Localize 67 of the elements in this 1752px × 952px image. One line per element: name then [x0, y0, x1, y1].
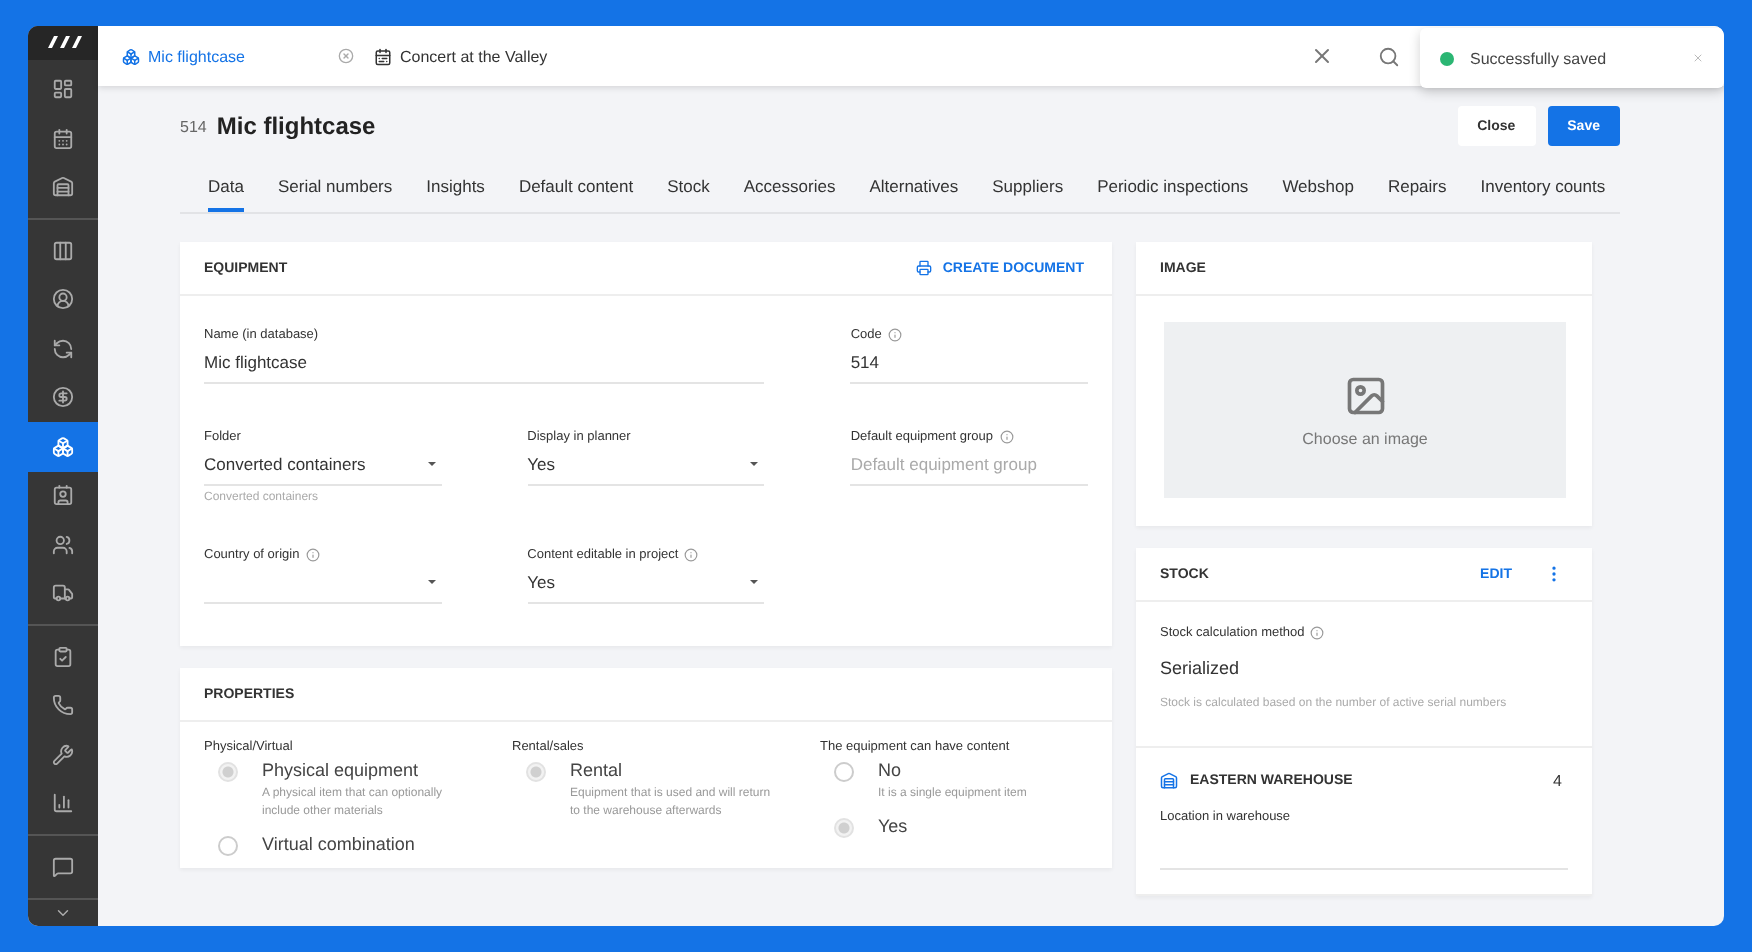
- tab[interactable]: Inventory counts: [1480, 164, 1606, 212]
- logo[interactable]: [28, 26, 98, 60]
- tab[interactable]: Suppliers: [992, 164, 1064, 212]
- table-icon: [52, 239, 74, 262]
- contact-card-icon: [52, 484, 74, 507]
- tab-label: Mic flightcase: [148, 47, 245, 65]
- option-label: Yes: [878, 816, 910, 838]
- input-field[interactable]: Mic flightcase: [204, 342, 765, 384]
- calendar-icon: [52, 127, 74, 150]
- message-icon: [52, 855, 74, 878]
- dashboard-icon: [52, 78, 74, 101]
- tab[interactable]: Data: [208, 164, 244, 212]
- input-field[interactable]: 514: [850, 342, 1088, 384]
- clipboard-icon: [52, 645, 74, 668]
- radio-button[interactable]: [218, 762, 238, 782]
- dollar-icon: [52, 386, 74, 409]
- calendar-icon: [374, 47, 392, 65]
- sidebar-item[interactable]: [28, 422, 98, 472]
- option-label: Rental: [570, 760, 625, 782]
- warehouse-icon: [1160, 772, 1178, 790]
- logo-icon: [45, 34, 81, 51]
- image-icon: [1343, 373, 1387, 417]
- tab[interactable]: Alternatives: [869, 164, 959, 212]
- open-tab[interactable]: Mic flightcase: [122, 47, 358, 65]
- tab[interactable]: Periodic inspections: [1097, 164, 1249, 212]
- bar-chart-icon: [52, 792, 74, 815]
- tab[interactable]: Serial numbers: [277, 164, 393, 212]
- users-icon: [52, 533, 74, 556]
- page-title: Mic flightcase: [216, 112, 378, 140]
- caret-icon: [427, 580, 436, 584]
- toast-message: Successfully saved: [1470, 49, 1609, 67]
- tab[interactable]: Webshop: [1282, 164, 1354, 212]
- tab[interactable]: Accessories: [743, 164, 836, 212]
- caret-icon: [427, 462, 436, 466]
- option-label: Virtual combination: [262, 834, 417, 856]
- printer-icon: [916, 260, 933, 276]
- item-code: 514: [180, 117, 207, 135]
- field-value: Serialized: [1160, 658, 1242, 678]
- image-dropzone[interactable]: Choose an image: [1164, 322, 1566, 498]
- radio-button[interactable]: [834, 818, 854, 838]
- radio-button[interactable]: [526, 762, 546, 782]
- option-label: Physical equipment: [262, 760, 421, 782]
- tab[interactable]: Repairs: [1387, 164, 1447, 212]
- option-label: No: [878, 760, 904, 782]
- tab[interactable]: Stock: [667, 164, 710, 212]
- success-dot-icon: [1440, 51, 1454, 65]
- radio-button[interactable]: [834, 762, 854, 782]
- boxes-icon: [122, 47, 140, 65]
- radio-button[interactable]: [218, 836, 238, 856]
- caret-icon: [750, 580, 759, 584]
- select-field[interactable]: Yes: [527, 444, 765, 486]
- caret-icon: [750, 462, 759, 466]
- wrench-icon: [52, 743, 74, 766]
- select-field[interactable]: Yes: [527, 562, 765, 604]
- stock-count: 4: [1553, 772, 1562, 790]
- close-icon[interactable]: [1310, 44, 1334, 68]
- truck-icon: [52, 582, 74, 605]
- info-icon: [1310, 626, 1325, 640]
- boxes-icon: [52, 435, 74, 458]
- select-field[interactable]: Converted containers: [204, 444, 442, 486]
- warehouse-icon: [52, 176, 74, 199]
- search-icon[interactable]: [1378, 45, 1400, 67]
- tab[interactable]: Insights: [426, 164, 485, 212]
- phone-icon: [52, 694, 74, 717]
- tab[interactable]: Default content: [518, 164, 634, 212]
- user-icon: [52, 288, 74, 311]
- refresh-icon: [52, 337, 74, 360]
